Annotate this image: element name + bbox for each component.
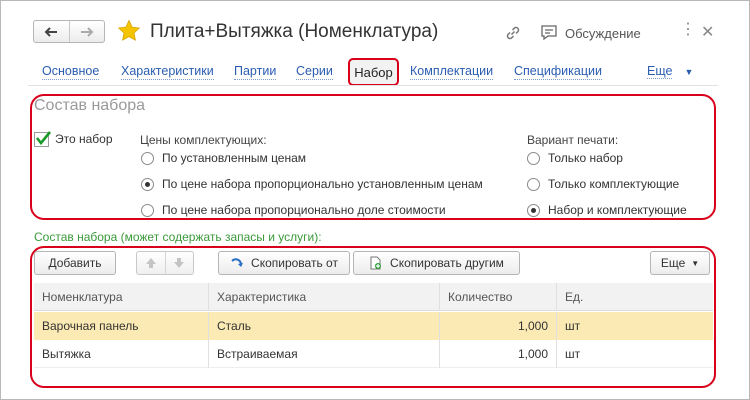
column-header-item[interactable]: Номенклатура bbox=[34, 283, 209, 311]
nav-buttons bbox=[33, 20, 105, 43]
tab-configurations[interactable]: Комплектации bbox=[410, 64, 494, 80]
table-row[interactable]: Варочная панель Сталь 1,000 шт bbox=[34, 312, 713, 340]
is-set-label: Это набор bbox=[55, 132, 113, 146]
print-option-label: Набор и комплектующие bbox=[548, 203, 687, 217]
forward-button[interactable] bbox=[68, 21, 105, 42]
is-set-checkbox[interactable] bbox=[34, 131, 52, 147]
print-option-set-only[interactable]: Только набор bbox=[527, 151, 623, 165]
prices-group-label: Цены комплектующих: bbox=[140, 133, 267, 147]
print-option-label: Только набор bbox=[548, 151, 623, 165]
tab-specifications[interactable]: Спецификации bbox=[514, 64, 602, 80]
tab-batches[interactable]: Партии bbox=[234, 64, 277, 80]
price-option-label: По цене набора пропорционально доле стои… bbox=[162, 203, 446, 217]
close-icon[interactable]: ✕ bbox=[701, 22, 714, 42]
arrow-right-icon bbox=[80, 26, 94, 37]
price-option-cost-share[interactable]: По цене набора пропорционально доле стои… bbox=[141, 203, 446, 217]
column-header-unit[interactable]: Ед. bbox=[557, 283, 713, 311]
cell-quantity[interactable]: 1,000 bbox=[440, 340, 557, 368]
radio-icon bbox=[141, 203, 154, 217]
more-menu-button[interactable]: Еще ▼ bbox=[650, 251, 710, 275]
speech-bubble-icon[interactable] bbox=[540, 24, 558, 42]
window-title: Плита+Вытяжка (Номенклатура) bbox=[150, 21, 439, 42]
copy-document-icon bbox=[370, 256, 382, 270]
tabs-more-label: Еще bbox=[647, 64, 673, 79]
tab-set[interactable]: Набор bbox=[348, 58, 399, 86]
print-option-components-only[interactable]: Только комплектующие bbox=[527, 177, 679, 191]
cell-unit[interactable]: шт bbox=[557, 312, 713, 340]
price-option-label: По установленным ценам bbox=[162, 151, 307, 165]
print-option-label: Только комплектующие bbox=[548, 177, 680, 191]
arrow-left-icon bbox=[44, 26, 58, 37]
cell-quantity[interactable]: 1,000 bbox=[440, 312, 557, 340]
price-option-set-prices[interactable]: По установленным ценам bbox=[141, 151, 306, 165]
cell-characteristic[interactable]: Встраиваемая bbox=[209, 340, 440, 368]
arrow-down-icon bbox=[174, 258, 185, 268]
radio-icon bbox=[527, 151, 540, 165]
caret-down-icon: ▼ bbox=[691, 258, 700, 268]
checkmark-icon bbox=[35, 131, 52, 146]
radio-selected-icon bbox=[527, 203, 540, 217]
radio-selected-icon bbox=[141, 177, 154, 191]
caret-down-icon: ▼ bbox=[684, 67, 694, 77]
tab-characteristics[interactable]: Характеристики bbox=[121, 64, 214, 80]
more-label: Еще bbox=[660, 256, 686, 270]
move-down-button[interactable] bbox=[164, 252, 194, 274]
copy-from-label: Скопировать от bbox=[251, 256, 338, 270]
copy-from-button[interactable]: Скопировать от bbox=[218, 251, 350, 275]
copy-to-others-button[interactable]: Скопировать другим bbox=[353, 251, 520, 275]
discussion-link[interactable]: Обсуждение bbox=[565, 26, 641, 41]
column-header-characteristic[interactable]: Характеристика bbox=[209, 283, 440, 311]
section-title: Состав набора bbox=[34, 97, 146, 114]
radio-icon bbox=[527, 177, 540, 191]
tabs-divider bbox=[28, 85, 718, 86]
tab-series[interactable]: Серии bbox=[296, 64, 333, 80]
print-option-set-and-components[interactable]: Набор и комплектующие bbox=[527, 203, 687, 217]
move-up-button[interactable] bbox=[137, 252, 165, 274]
composition-table: Номенклатура Характеристика Количество Е… bbox=[34, 283, 713, 373]
cell-unit[interactable]: шт bbox=[557, 340, 713, 368]
composition-label: Состав набора (может содержать запасы и … bbox=[34, 230, 322, 244]
radio-icon bbox=[141, 151, 154, 165]
tab-main[interactable]: Основное bbox=[42, 64, 100, 80]
print-group-label: Вариант печати: bbox=[527, 133, 619, 147]
add-button[interactable]: Добавить bbox=[34, 251, 116, 275]
link-icon[interactable] bbox=[504, 24, 522, 42]
copy-to-others-label: Скопировать другим bbox=[390, 256, 504, 270]
table-row[interactable]: Вытяжка Встраиваемая 1,000 шт bbox=[34, 340, 713, 368]
curved-arrow-icon bbox=[231, 258, 244, 267]
more-vertical-icon[interactable]: ⋮ bbox=[680, 22, 696, 38]
column-header-quantity[interactable]: Количество bbox=[440, 283, 557, 311]
arrow-up-icon bbox=[145, 258, 156, 268]
star-icon[interactable] bbox=[117, 19, 141, 43]
cell-item[interactable]: Варочная панель bbox=[34, 312, 209, 340]
table-header: Номенклатура Характеристика Количество Е… bbox=[34, 283, 713, 311]
price-option-label: По цене набора пропорционально установле… bbox=[162, 177, 483, 191]
price-option-proportional-prices[interactable]: По цене набора пропорционально установле… bbox=[141, 177, 483, 191]
cell-characteristic[interactable]: Сталь bbox=[209, 312, 440, 340]
back-button[interactable] bbox=[34, 21, 69, 42]
cell-item[interactable]: Вытяжка bbox=[34, 340, 209, 368]
tabs-more-menu[interactable]: Еще ▼ bbox=[647, 64, 694, 79]
move-buttons bbox=[136, 251, 194, 275]
